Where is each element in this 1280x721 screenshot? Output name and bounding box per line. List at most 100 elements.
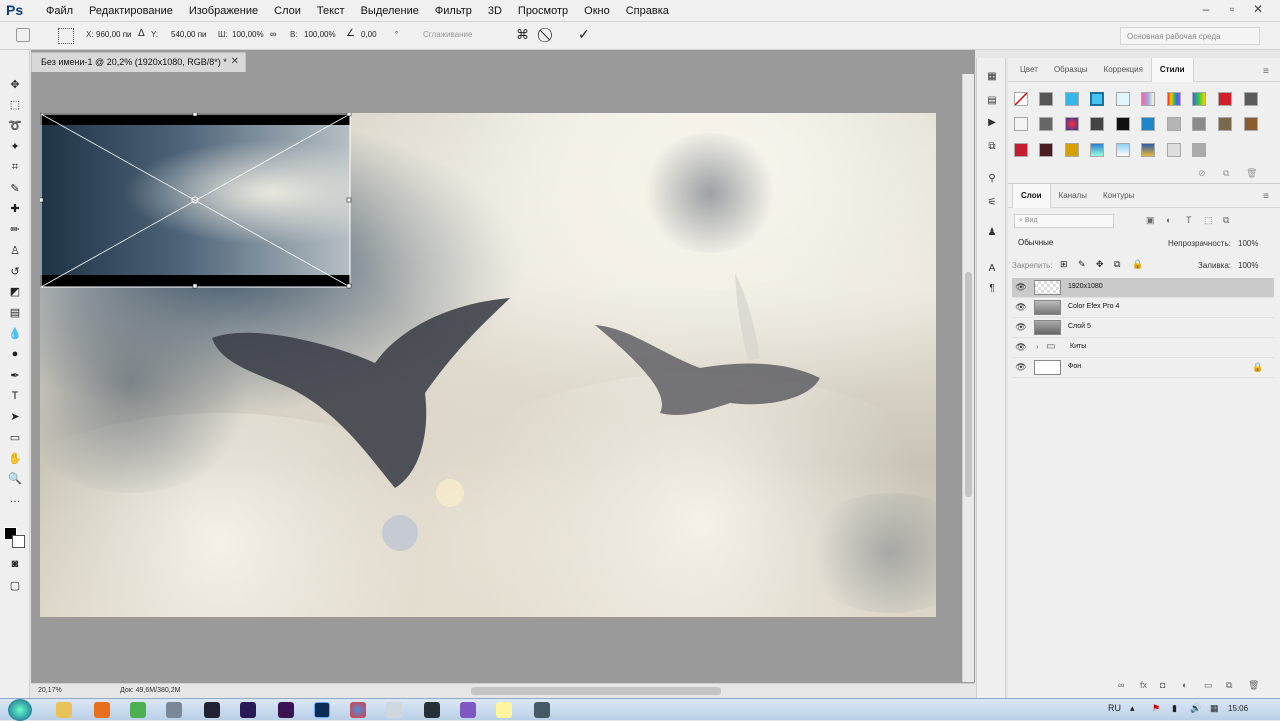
app-icon[interactable] <box>386 702 402 718</box>
workspace-select[interactable]: Основная рабочая среда <box>1120 27 1260 45</box>
document-tab[interactable]: Без имени-1 @ 20,2% (1920x1080, RGB/8*) … <box>31 52 246 72</box>
menu-image[interactable]: Изображение <box>181 0 266 22</box>
layer-style-icon[interactable]: fx <box>1140 680 1147 690</box>
width-field[interactable]: 100,00% <box>232 30 264 39</box>
visibility-eye-icon[interactable]: 👁 <box>1015 362 1027 372</box>
style-swatch[interactable] <box>1065 143 1079 157</box>
style-swatch[interactable] <box>1014 117 1028 131</box>
tray-flag-icon[interactable]: ⚑ <box>1152 703 1160 714</box>
filter-adjustment-icon[interactable]: ◐ <box>1166 215 1171 225</box>
zoom-tool-icon[interactable]: 🔍 <box>7 470 23 486</box>
tab-channels[interactable]: Каналы <box>1051 184 1095 208</box>
visibility-eye-icon[interactable]: 👁 <box>1015 282 1027 292</box>
x-field[interactable]: 960,00 пи <box>96 30 132 39</box>
style-swatch[interactable] <box>1167 143 1181 157</box>
calculator-icon[interactable] <box>534 702 550 718</box>
opacity-field[interactable]: 100% <box>1238 239 1258 248</box>
tool-presets-icon[interactable]: ♟ <box>985 226 999 240</box>
smoothing-label[interactable]: Сглаживание <box>423 30 472 39</box>
style-swatch[interactable] <box>1192 117 1206 131</box>
network-icon[interactable]: ▮ <box>1172 703 1177 714</box>
rectangle-tool-icon[interactable]: ▭ <box>7 429 23 445</box>
hand-tool-icon[interactable]: ✋ <box>7 450 23 466</box>
new-group-icon[interactable]: ▭ <box>1204 680 1213 691</box>
tray-arrow-icon[interactable]: ▴ <box>1130 703 1135 714</box>
restore-icon[interactable]: ▫ <box>1220 0 1244 20</box>
style-swatch[interactable] <box>1244 92 1258 106</box>
zoom-level[interactable]: 20,17% <box>38 687 62 694</box>
brush-panel-icon[interactable]: ⚲ <box>985 172 999 186</box>
style-swatch[interactable] <box>1090 92 1104 106</box>
menu-filter[interactable]: Фильтр <box>427 0 480 22</box>
chrome-icon[interactable] <box>350 702 366 718</box>
volume-icon[interactable]: 🔊 <box>1190 703 1201 714</box>
background-color-swatch[interactable] <box>12 535 25 548</box>
add-mask-icon[interactable]: ◘ <box>1160 680 1165 690</box>
explorer-icon[interactable] <box>56 702 72 718</box>
properties-panel-icon[interactable]: ▤ <box>985 94 999 108</box>
delete-layer-icon[interactable]: 🗑 <box>1248 680 1259 691</box>
expand-chevron-icon[interactable]: › <box>1036 342 1039 351</box>
brush-tool-icon[interactable]: ✏ <box>7 221 23 237</box>
menu-edit[interactable]: Редактирование <box>81 0 181 22</box>
link-icon[interactable]: ∞ <box>270 29 276 39</box>
lock-position-icon[interactable]: ✥ <box>1096 259 1104 270</box>
lock-transparency-icon[interactable]: ⊞ <box>1060 259 1068 270</box>
layer-row[interactable]: 👁 1920x1080 <box>1012 278 1274 298</box>
lock-all-icon[interactable]: 🔒 <box>1132 259 1143 270</box>
style-swatch[interactable] <box>1065 92 1079 106</box>
fill-field[interactable]: 100% <box>1238 261 1258 270</box>
clone-source-icon[interactable]: ⧉ <box>985 140 999 154</box>
camtasia-icon[interactable] <box>424 702 440 718</box>
style-swatch[interactable] <box>1167 117 1181 131</box>
clone-stamp-tool-icon[interactable]: ♙ <box>7 242 23 258</box>
viber-icon[interactable] <box>460 702 476 718</box>
visibility-eye-icon[interactable]: 👁 <box>1015 302 1027 312</box>
transform-tool-icon[interactable] <box>16 28 30 42</box>
filter-pixel-icon[interactable]: ▣ <box>1146 215 1155 226</box>
play-action-icon[interactable]: ▶ <box>985 116 999 130</box>
style-swatch[interactable] <box>1141 92 1155 106</box>
reference-point-icon[interactable] <box>58 28 74 44</box>
style-swatch[interactable] <box>1116 117 1130 131</box>
tab-layers[interactable]: Слои <box>1012 183 1051 208</box>
delete-style-icon[interactable]: 🗑 <box>1246 168 1257 179</box>
style-swatch[interactable] <box>1167 92 1181 106</box>
tab-adjustments[interactable]: Коррекция <box>1096 58 1151 82</box>
layer-row[interactable]: 👁 › ▭ Киты <box>1012 338 1274 358</box>
style-swatch[interactable] <box>1218 92 1232 106</box>
start-button[interactable] <box>8 699 32 721</box>
path-selection-tool-icon[interactable]: ➤ <box>7 408 23 424</box>
style-swatch[interactable] <box>1116 92 1130 106</box>
style-swatch[interactable] <box>1039 92 1053 106</box>
minimize-icon[interactable]: – <box>1194 0 1218 20</box>
adjustment-layer-icon[interactable]: ◐ <box>1182 680 1187 690</box>
filter-smart-object-icon[interactable]: ⧉ <box>1223 215 1229 226</box>
style-swatch[interactable] <box>1141 117 1155 131</box>
clear-style-icon[interactable]: ⊘ <box>1198 168 1206 179</box>
history-brush-tool-icon[interactable]: ↺ <box>7 263 23 279</box>
screen-mode-icon[interactable]: ▢ <box>7 577 23 593</box>
lock-artboard-icon[interactable]: ⧉ <box>1114 259 1120 270</box>
horizontal-scroll-thumb[interactable] <box>471 687 721 695</box>
style-swatch[interactable] <box>1039 117 1053 131</box>
layer-row[interactable]: 👁 Слой 5 <box>1012 318 1274 338</box>
quick-mask-icon[interactable]: ◙ <box>7 556 23 572</box>
history-panel-icon[interactable]: ▦ <box>985 70 999 84</box>
blur-tool-icon[interactable]: 💧 <box>7 325 23 341</box>
pen-tool-icon[interactable]: ✒ <box>7 367 23 383</box>
filter-type-icon[interactable]: T <box>1186 215 1192 225</box>
blend-mode-select[interactable]: Обычные <box>1014 236 1164 250</box>
menu-text[interactable]: Текст <box>309 0 353 22</box>
adjustments-icon[interactable]: ⚟ <box>985 196 999 210</box>
tray-icon[interactable]: ▦ <box>1210 703 1219 714</box>
commit-transform-icon[interactable]: ✓ <box>578 26 590 43</box>
style-swatch[interactable] <box>1090 117 1104 131</box>
style-swatch[interactable] <box>1192 92 1206 106</box>
healing-brush-tool-icon[interactable]: ✚ <box>7 200 23 216</box>
menu-window[interactable]: Окно <box>576 0 618 22</box>
marquee-tool-icon[interactable]: ⬚ <box>7 96 23 112</box>
close-icon[interactable]: ✕ <box>1246 0 1270 20</box>
style-swatch[interactable] <box>1218 117 1232 131</box>
character-panel-icon[interactable]: A <box>985 262 999 276</box>
